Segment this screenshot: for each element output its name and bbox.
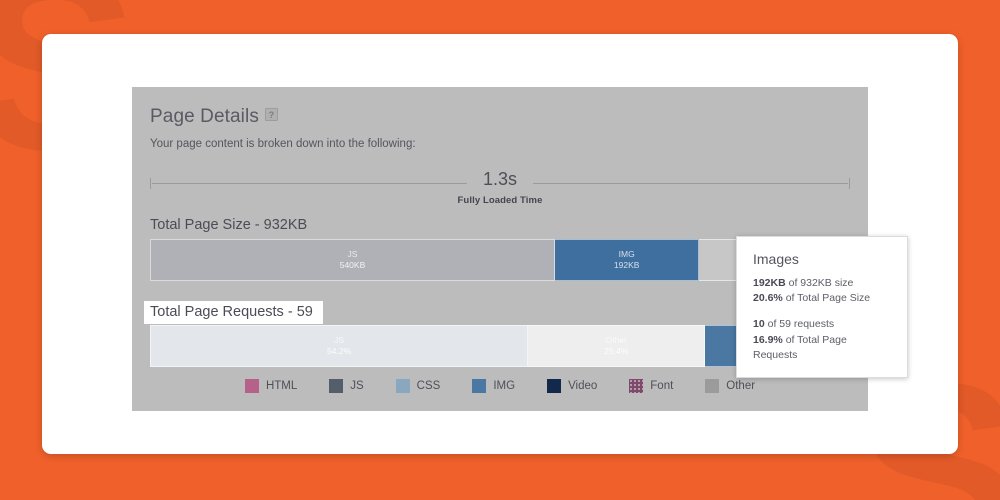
legend-label: JS xyxy=(350,380,364,392)
timeline-cap-left xyxy=(150,178,151,189)
bar-segment-label: IMG xyxy=(618,249,635,260)
page-title: Page Details? xyxy=(150,106,278,128)
legend-swatch-icon xyxy=(395,379,410,393)
tooltip-req-pct-line: 16.9% of Total Page Requests xyxy=(753,333,893,363)
content-card: Page Details? Your page content is broke… xyxy=(42,34,958,454)
tooltip-size-pct-rest: of Total Page Size xyxy=(782,292,871,305)
bar-segment-value: 54.2% xyxy=(327,346,352,356)
page-details-panel: Page Details? Your page content is broke… xyxy=(132,87,908,411)
bar-segment-value: 540KB xyxy=(339,260,366,270)
bar-segment-label: JS xyxy=(334,335,345,346)
bar-segment-value: 25.4% xyxy=(604,346,629,356)
legend-swatch-icon xyxy=(244,379,259,393)
chart-legend: HTML JS CSS IMG Video Font Other xyxy=(132,379,868,393)
legend-swatch-icon xyxy=(329,379,344,393)
legend-label: Font xyxy=(650,380,674,392)
tooltip-size-rest: of 932KB size xyxy=(785,277,854,289)
tooltip-size-pct-value: 20.6% xyxy=(753,292,783,305)
bar-segment-img[interactable]: IMG 192KB xyxy=(554,239,700,281)
tooltip-title: Images xyxy=(753,251,799,267)
legend-item-html[interactable]: HTML xyxy=(244,379,298,393)
bar-segment-label: Other xyxy=(605,335,627,346)
legend-label: CSS xyxy=(416,380,441,392)
tooltip-spacer xyxy=(753,306,893,317)
legend-item-img[interactable]: IMG xyxy=(472,379,515,393)
legend-item-video[interactable]: Video xyxy=(547,379,597,393)
fully-loaded-time-label: Fully Loaded Time xyxy=(457,195,543,206)
bar-segment-label: JS xyxy=(347,249,358,260)
legend-swatch-icon xyxy=(472,379,487,393)
bar-segment-js[interactable]: JS 540KB xyxy=(150,239,555,281)
legend-item-js[interactable]: JS xyxy=(329,379,364,393)
page-subtitle: Your page content is broken down into th… xyxy=(150,138,416,150)
tooltip-size-pct-line: 20.6% of Total Page Size xyxy=(753,291,893,306)
legend-item-font[interactable]: Font xyxy=(629,379,673,393)
bar-segment-value: 192KB xyxy=(613,260,640,270)
total-page-requests-heading: Total Page Requests - 59 xyxy=(144,301,323,324)
fully-loaded-time-value: 1.3s xyxy=(466,169,534,190)
legend-swatch-icon xyxy=(629,379,644,393)
tooltip-req-pct-value: 16.9% xyxy=(753,333,783,346)
legend-label: IMG xyxy=(493,380,516,392)
timeline-cap-right xyxy=(849,178,850,189)
bar-segment-js[interactable]: JS 54.2% xyxy=(150,325,529,367)
tooltip-req-line: 10 of 59 requests xyxy=(753,317,893,332)
segment-tooltip: Images 192KB of 932KB size 20.6% of Tota… xyxy=(736,236,908,379)
legend-item-other[interactable]: Other xyxy=(705,379,755,393)
tooltip-size-value: 192KB xyxy=(753,277,786,289)
total-page-size-heading: Total Page Size - 932KB xyxy=(150,217,308,233)
fully-loaded-timeline: 1.3s Fully Loaded Time xyxy=(150,169,850,210)
legend-swatch-icon xyxy=(705,379,720,393)
legend-label: HTML xyxy=(265,380,298,392)
legend-item-css[interactable]: CSS xyxy=(395,379,441,393)
tooltip-size-line: 192KB of 932KB size xyxy=(753,276,893,291)
legend-label: Video xyxy=(568,380,598,392)
bar-segment-other[interactable]: Other 25.4% xyxy=(528,325,706,367)
tooltip-req-rest: of 59 requests xyxy=(764,318,835,331)
legend-label: Other xyxy=(726,380,756,392)
legend-swatch-icon xyxy=(547,379,562,393)
page-title-text: Page Details xyxy=(150,106,259,127)
help-icon[interactable]: ? xyxy=(264,108,278,121)
tooltip-req-value: 10 xyxy=(753,318,765,331)
